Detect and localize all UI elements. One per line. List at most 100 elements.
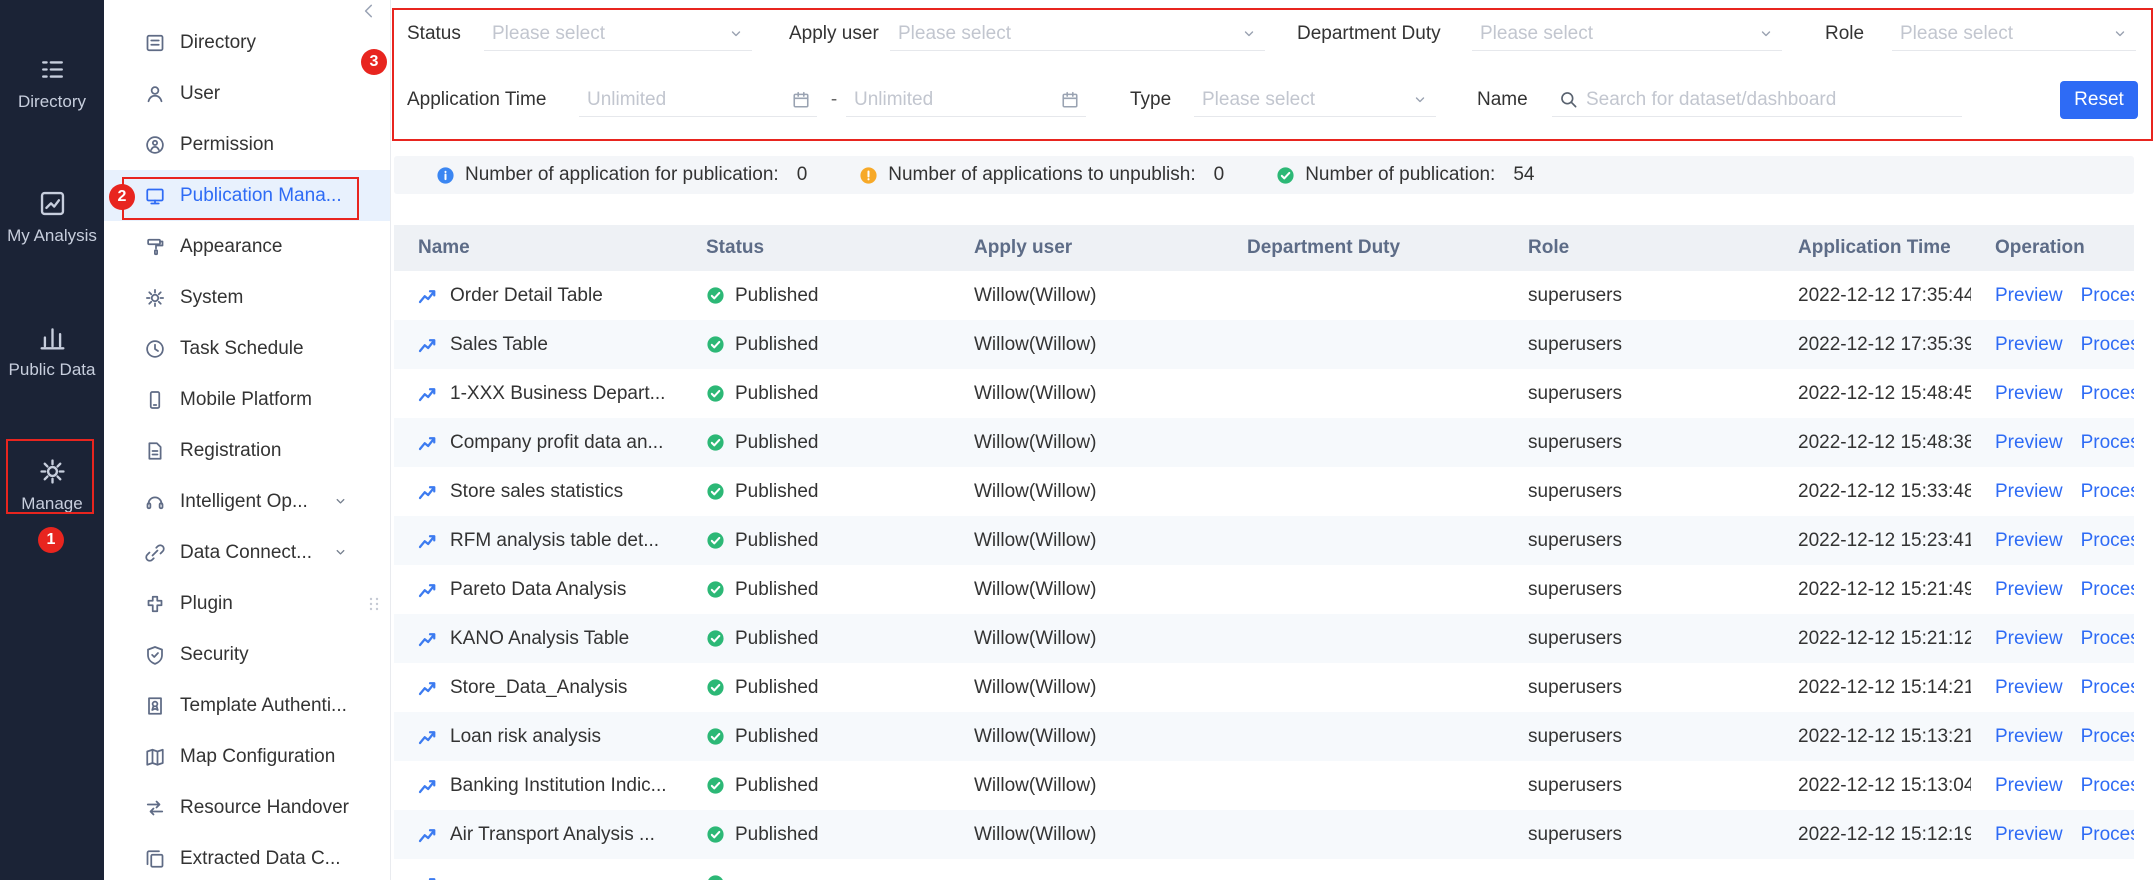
sidebar-item-intelligent-op[interactable]: Intelligent Op... bbox=[104, 476, 390, 527]
process-link[interactable]: Process bbox=[2081, 677, 2134, 699]
sidebar-item-map-configuration[interactable]: Map Configuration bbox=[104, 731, 390, 782]
nav-item-public-data[interactable]: Public Data bbox=[0, 324, 104, 380]
row-name-cell[interactable]: Loan risk analysis bbox=[394, 726, 682, 748]
reset-button[interactable]: Reset bbox=[2060, 81, 2138, 119]
nav-item-directory[interactable]: Directory bbox=[0, 56, 104, 112]
department-duty-filter-select[interactable]: Please select bbox=[1472, 17, 1782, 51]
row-operation-cell: Preview Process bbox=[1971, 334, 2134, 356]
name-search-field[interactable] bbox=[1552, 83, 1962, 117]
nav-item-manage[interactable]: Manage bbox=[0, 458, 104, 514]
calendar-icon[interactable] bbox=[792, 91, 810, 109]
calendar-icon[interactable] bbox=[1061, 91, 1079, 109]
row-apply-user: Willow(Willow) bbox=[974, 823, 1097, 845]
role-filter-select[interactable]: Please select bbox=[1892, 17, 2136, 51]
publication-table: Name Status Apply user Department Duty R… bbox=[394, 225, 2134, 880]
sidebar-resize-handle[interactable] bbox=[366, 590, 384, 620]
stat-item-0: Number of application for publication: 0 bbox=[436, 164, 807, 186]
trend-chart-icon bbox=[418, 335, 438, 355]
apply-user-filter-select[interactable]: Please select bbox=[890, 17, 1265, 51]
row-application-time: 2022-12-12 15:33:48 bbox=[1798, 480, 1971, 502]
process-link[interactable]: Process bbox=[2081, 334, 2134, 356]
preview-link[interactable]: Preview bbox=[1995, 775, 2063, 797]
sidebar-item-user[interactable]: User bbox=[104, 68, 390, 119]
process-link[interactable]: Process bbox=[2081, 775, 2134, 797]
trend-chart-icon bbox=[418, 531, 438, 551]
row-name-cell[interactable]: Pareto Data Analysis bbox=[394, 579, 682, 601]
application-time-start-field[interactable] bbox=[579, 83, 817, 117]
sidebar-item-data-connect[interactable]: Data Connect... bbox=[104, 527, 390, 578]
row-name-cell[interactable] bbox=[394, 874, 682, 880]
table-body: Order Detail Table Published Willow(Willow… bbox=[394, 271, 2134, 880]
row-role: superusers bbox=[1528, 480, 1622, 502]
application-time-start-input[interactable] bbox=[579, 88, 792, 111]
application-time-end-input[interactable] bbox=[846, 88, 1061, 111]
preview-link[interactable]: Preview bbox=[1995, 481, 2063, 503]
sidebar-item-label: Map Configuration bbox=[180, 745, 336, 767]
preview-link[interactable]: Preview bbox=[1995, 383, 2063, 405]
sidebar-item-extracted-data-c[interactable]: Extracted Data C... bbox=[104, 833, 390, 880]
sidebar-item-resource-handover[interactable]: Resource Handover bbox=[104, 782, 390, 833]
sidebar-item-template-authenti[interactable]: Template Authenti... bbox=[104, 680, 390, 731]
process-link[interactable]: Process bbox=[2081, 481, 2134, 503]
sidebar-item-registration[interactable]: Registration bbox=[104, 425, 390, 476]
sidebar-item-plugin[interactable]: Plugin bbox=[104, 578, 390, 629]
annotation-step-1: 1 bbox=[38, 527, 64, 553]
row-status-cell: Published bbox=[682, 530, 950, 552]
sidebar-item-security[interactable]: Security bbox=[104, 629, 390, 680]
table-row: Air Transport Analysis ... Published Willo… bbox=[394, 810, 2134, 859]
sidebar-item-system[interactable]: System bbox=[104, 272, 390, 323]
process-link[interactable]: Process bbox=[2081, 628, 2134, 650]
nav-item-my-analysis[interactable]: My Analysis bbox=[0, 190, 104, 246]
preview-link[interactable]: Preview bbox=[1995, 628, 2063, 650]
sidebar-item-publication-mana[interactable]: Publication Mana... bbox=[104, 170, 390, 221]
preview-link[interactable]: Preview bbox=[1995, 677, 2063, 699]
sidebar: Directory User Permission Publication Mana.… bbox=[104, 0, 391, 880]
preview-link[interactable]: Preview bbox=[1995, 726, 2063, 748]
name-search-input[interactable] bbox=[1578, 88, 1962, 111]
row-status-cell: Published bbox=[682, 775, 950, 797]
sidebar-item-task-schedule[interactable]: Task Schedule bbox=[104, 323, 390, 374]
preview-link[interactable]: Preview bbox=[1995, 530, 2063, 552]
sidebar-collapse-icon[interactable] bbox=[360, 2, 380, 22]
published-check-icon bbox=[706, 629, 725, 648]
process-link[interactable]: Process bbox=[2081, 530, 2134, 552]
sidebar-item-appearance[interactable]: Appearance bbox=[104, 221, 390, 272]
preview-link[interactable]: Preview bbox=[1995, 579, 2063, 601]
preview-link[interactable]: Preview bbox=[1995, 285, 2063, 307]
row-name-cell[interactable]: Company profit data an... bbox=[394, 432, 682, 454]
trend-chart-icon bbox=[418, 384, 438, 404]
row-name-cell[interactable]: RFM analysis table det... bbox=[394, 530, 682, 552]
row-name-cell[interactable]: Banking Institution Indic... bbox=[394, 775, 682, 797]
preview-link[interactable]: Preview bbox=[1995, 334, 2063, 356]
sidebar-item-mobile-platform[interactable]: Mobile Platform bbox=[104, 374, 390, 425]
column-header-operation: Operation bbox=[1995, 237, 2085, 258]
status-filter-select[interactable]: Please select bbox=[484, 17, 752, 51]
row-application-time: 2022-12-12 15:12:19 bbox=[1798, 823, 1971, 845]
row-name-cell[interactable]: 1-XXX Business Depart... bbox=[394, 383, 682, 405]
process-link[interactable]: Process bbox=[2081, 383, 2134, 405]
process-link[interactable]: Process bbox=[2081, 726, 2134, 748]
row-name-cell[interactable]: KANO Analysis Table bbox=[394, 628, 682, 650]
process-link[interactable]: Process bbox=[2081, 285, 2134, 307]
row-application-time: 2022-12-12 15:48:38 bbox=[1798, 431, 1971, 453]
row-name-cell[interactable]: Store_Data_Analysis bbox=[394, 677, 682, 699]
row-name-cell[interactable]: Sales Table bbox=[394, 334, 682, 356]
sidebar-item-directory[interactable]: Directory bbox=[104, 17, 390, 68]
row-apply-user: Willow(Willow) bbox=[974, 480, 1097, 502]
type-filter-select[interactable]: Please select bbox=[1194, 83, 1436, 117]
search-icon bbox=[1559, 90, 1578, 109]
chevron-down-icon bbox=[728, 26, 744, 42]
process-link[interactable]: Process bbox=[2081, 432, 2134, 454]
row-name-cell[interactable]: Order Detail Table bbox=[394, 285, 682, 307]
process-link[interactable]: Process bbox=[2081, 579, 2134, 601]
table-row: Banking Institution Indic... Published Wil… bbox=[394, 761, 2134, 810]
status-label: Published bbox=[735, 676, 819, 698]
row-status-cell bbox=[682, 874, 950, 880]
row-name-cell[interactable]: Air Transport Analysis ... bbox=[394, 824, 682, 846]
application-time-end-field[interactable] bbox=[846, 83, 1086, 117]
preview-link[interactable]: Preview bbox=[1995, 432, 2063, 454]
sidebar-item-permission[interactable]: Permission bbox=[104, 119, 390, 170]
preview-link[interactable]: Preview bbox=[1995, 824, 2063, 846]
row-name-cell[interactable]: Store sales statistics bbox=[394, 481, 682, 503]
process-link[interactable]: Process bbox=[2081, 824, 2134, 846]
